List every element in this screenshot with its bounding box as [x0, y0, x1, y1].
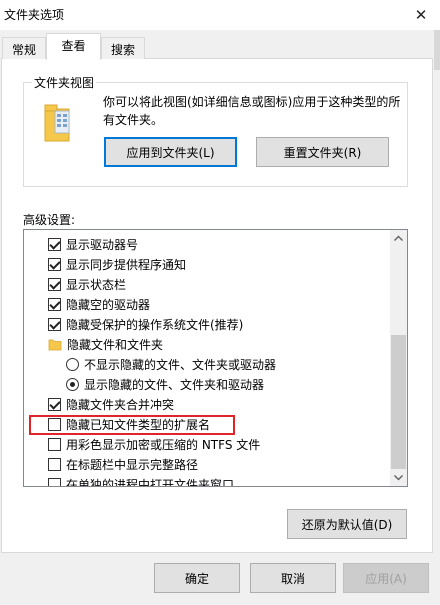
- setting-radio-row[interactable]: 显示隐藏的文件、文件夹和驱动器: [66, 374, 264, 394]
- checkbox[interactable]: [48, 437, 61, 451]
- radio-button[interactable]: [66, 357, 79, 371]
- checkbox[interactable]: [48, 237, 61, 251]
- folder-icon: [48, 339, 62, 350]
- scrollbar-thumb[interactable]: [391, 335, 406, 469]
- folder-view-description: 你可以将此视图(如详细信息或图标)应用于这种类型的所有文件夹。: [103, 95, 401, 127]
- setting-checkbox-row[interactable]: 用彩色显示加密或压缩的 NTFS 文件: [48, 434, 260, 454]
- apply-label: 应用(A): [365, 571, 407, 586]
- close-icon: ✕: [414, 6, 428, 24]
- setting-checkbox-row[interactable]: 显示状态栏: [48, 274, 126, 294]
- setting-checkbox-row[interactable]: 隐藏受保护的操作系统文件(推荐): [48, 314, 243, 334]
- setting-label: 不显示隐藏的文件、文件夹或驱动器: [84, 357, 277, 372]
- cancel-label: 取消: [280, 571, 305, 586]
- scroll-down-icon[interactable]: [390, 469, 407, 486]
- scroll-up-icon[interactable]: [390, 230, 407, 247]
- setting-checkbox-row[interactable]: 隐藏文件夹合并冲突: [48, 394, 174, 414]
- window-title: 文件夹选项: [4, 8, 65, 22]
- reset-folders-label: 重置文件夹(R): [283, 145, 362, 160]
- setting-label: 隐藏文件夹合并冲突: [66, 397, 175, 412]
- cancel-button[interactable]: 取消: [250, 563, 336, 593]
- setting-label: 显示驱动器号: [66, 237, 139, 252]
- setting-radio-row[interactable]: 不显示隐藏的文件、文件夹或驱动器: [66, 354, 276, 374]
- setting-checkbox-row[interactable]: 在单独的进程中打开文件夹窗口: [48, 474, 235, 487]
- advanced-settings-list[interactable]: 显示驱动器号显示同步提供程序通知 显示状态栏隐藏空的驱动器隐藏受保护的操作系统文件…: [23, 229, 408, 487]
- setting-label: 用彩色显示加密或压缩的 NTFS 文件: [66, 437, 261, 452]
- setting-label: 在标题栏中显示完整路径: [66, 457, 199, 472]
- tab-view[interactable]: 查看: [46, 33, 101, 60]
- restore-defaults-button[interactable]: 还原为默认值(D): [287, 509, 407, 539]
- setting-checkbox-row[interactable]: 隐藏空的驱动器: [48, 294, 150, 314]
- folder-view-icon: [44, 104, 70, 142]
- restore-defaults-label: 还原为默认值(D): [301, 517, 393, 532]
- checkbox[interactable]: [48, 297, 61, 311]
- setting-label: 隐藏空的驱动器: [66, 297, 151, 312]
- setting-checkbox-row[interactable]: 显示驱动器号: [48, 234, 138, 254]
- tab-view-label: 查看: [61, 39, 86, 53]
- advanced-settings-label: 高级设置:: [23, 213, 76, 227]
- checkbox[interactable]: [48, 397, 61, 411]
- tab-general-label: 常规: [11, 43, 36, 57]
- checkbox[interactable]: [48, 317, 61, 331]
- radio-button[interactable]: [66, 377, 79, 391]
- setting-label: 在单独的进程中打开文件夹窗口: [66, 477, 235, 487]
- tab-general[interactable]: 常规: [2, 37, 46, 59]
- tab-search-label: 搜索: [110, 43, 135, 57]
- vertical-scrollbar[interactable]: [390, 230, 407, 486]
- apply-to-folders-button[interactable]: 应用到文件夹(L): [104, 137, 237, 167]
- setting-label: 显示同步提供程序通知: [66, 257, 187, 272]
- setting-group-row: 隐藏文件和文件夹: [48, 334, 163, 354]
- checkbox[interactable]: [48, 477, 61, 486]
- tab-strip: 常规 查看 搜索: [0, 30, 440, 60]
- checkbox[interactable]: [48, 257, 61, 271]
- close-button[interactable]: ✕: [402, 0, 440, 30]
- ok-label: 确定: [184, 571, 209, 586]
- apply-button[interactable]: 应用(A): [343, 563, 429, 593]
- setting-label: 显示隐藏的文件、文件夹和驱动器: [84, 377, 265, 392]
- folder-view-legend: 文件夹视图: [32, 74, 97, 91]
- apply-to-folders-label: 应用到文件夹(L): [126, 145, 215, 160]
- title-bar: 文件夹选项 ✕: [0, 0, 440, 30]
- checkbox[interactable]: [48, 457, 61, 471]
- ok-button[interactable]: 确定: [154, 563, 240, 593]
- checkbox[interactable]: [48, 277, 61, 291]
- tab-search[interactable]: 搜索: [101, 37, 145, 59]
- annotation-highlight-box: [29, 415, 235, 435]
- setting-checkbox-row[interactable]: 在标题栏中显示完整路径: [48, 454, 198, 474]
- setting-label: 隐藏受保护的操作系统文件(推荐): [66, 317, 244, 332]
- setting-label: 隐藏文件和文件夹: [67, 337, 164, 352]
- reset-folders-button[interactable]: 重置文件夹(R): [256, 137, 389, 167]
- setting-label: 显示状态栏: [66, 277, 127, 292]
- setting-checkbox-row[interactable]: 显示同步提供程序通知: [48, 254, 186, 274]
